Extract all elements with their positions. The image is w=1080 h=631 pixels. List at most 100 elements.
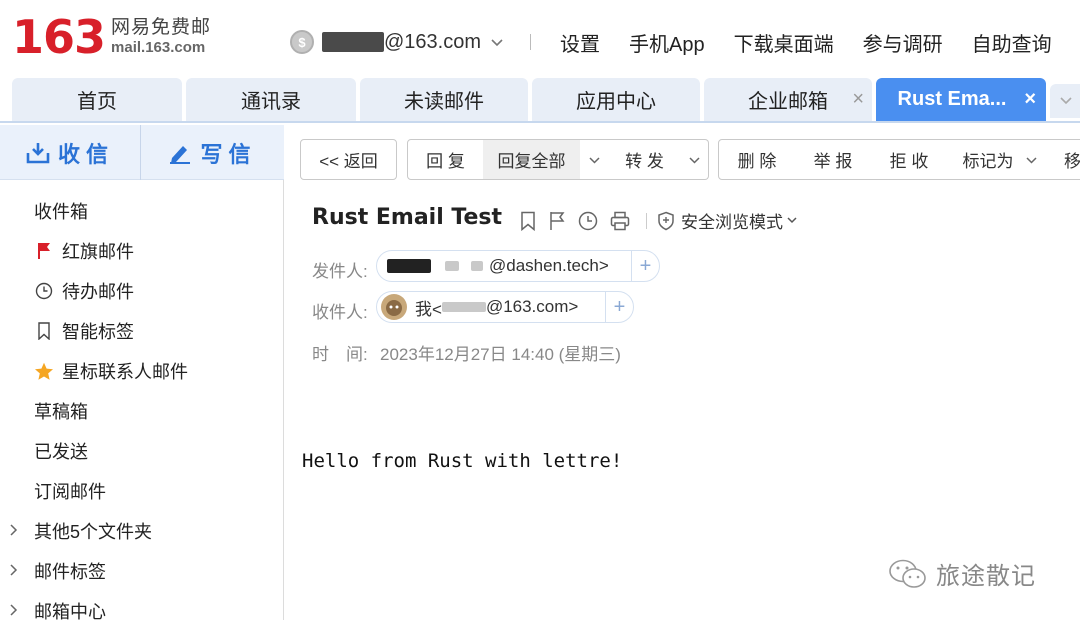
sender-chip[interactable]: @dashen.tech> + bbox=[376, 250, 660, 282]
logo-number: 163 bbox=[12, 10, 106, 64]
account-switcher[interactable]: $ @163.com bbox=[290, 30, 503, 54]
flag-icon[interactable] bbox=[548, 211, 566, 231]
folder-smart-tags[interactable]: 智能标签 bbox=[0, 311, 284, 351]
chevron-right-icon bbox=[10, 523, 34, 539]
icon-divider bbox=[646, 212, 647, 229]
link-survey[interactable]: 参与调研 bbox=[863, 28, 943, 57]
top-links: 设置 手机App 下载桌面端 参与调研 自助查询 bbox=[560, 28, 1080, 57]
folder-subscriptions[interactable]: 订阅邮件 bbox=[0, 471, 284, 511]
header-divider bbox=[530, 34, 531, 50]
tab-enterprise-mail[interactable]: 企业邮箱 × bbox=[704, 78, 872, 121]
folder-mail-tags[interactable]: 邮件标签 bbox=[0, 551, 284, 591]
mail-subject: Rust Email Test bbox=[312, 205, 503, 230]
receive-button[interactable]: 收信 bbox=[0, 125, 140, 180]
safe-mode-label: 安全浏览模式 bbox=[681, 213, 783, 232]
to-label: 收件人: bbox=[312, 303, 368, 322]
back-button[interactable]: << 返回 bbox=[300, 139, 397, 180]
reply-all-dropdown[interactable] bbox=[580, 139, 610, 180]
compose-row: 收信 写信 bbox=[0, 125, 284, 180]
delete-button[interactable]: 删 除 bbox=[718, 139, 796, 180]
reject-button[interactable]: 拒 收 bbox=[871, 139, 948, 180]
folder-label: 红旗邮件 bbox=[62, 242, 134, 262]
forward-button[interactable]: 转 发 bbox=[609, 139, 681, 180]
folder-label: 收件箱 bbox=[34, 202, 88, 222]
recipient-name-redacted bbox=[441, 302, 486, 312]
recipient-email: @163.com> bbox=[485, 297, 579, 316]
tab-unread[interactable]: 未读邮件 bbox=[360, 78, 528, 121]
red-flag-icon bbox=[34, 241, 54, 261]
report-button[interactable]: 举 报 bbox=[795, 139, 872, 180]
forward-label: 转 发 bbox=[625, 152, 664, 171]
logo-cn: 网易免费邮 bbox=[111, 17, 212, 38]
tab-more-chevron-icon[interactable] bbox=[1050, 84, 1080, 118]
reject-label: 拒 收 bbox=[889, 152, 929, 171]
print-icon[interactable] bbox=[610, 211, 630, 231]
add-contact-icon[interactable]: + bbox=[605, 292, 633, 322]
folder-label: 智能标签 bbox=[62, 322, 134, 342]
tab-label: Rust Ema... bbox=[897, 88, 1007, 110]
folder-sent[interactable]: 已发送 bbox=[0, 431, 284, 471]
folder-todo[interactable]: 待办邮件 bbox=[0, 271, 284, 311]
close-icon[interactable]: × bbox=[852, 88, 864, 111]
clock-icon[interactable] bbox=[578, 211, 598, 231]
folder-starred-contacts[interactable]: 星标联系人邮件 bbox=[0, 351, 284, 391]
subject-actions: 安全浏览模式 bbox=[520, 208, 803, 233]
move-button[interactable]: 移 bbox=[1052, 139, 1080, 180]
add-contact-icon[interactable]: + bbox=[631, 251, 659, 281]
wechat-icon bbox=[889, 559, 926, 588]
tab-label: 企业邮箱 bbox=[748, 91, 828, 113]
compose-button[interactable]: 写信 bbox=[141, 125, 284, 180]
close-icon[interactable]: × bbox=[1024, 88, 1036, 111]
account-email: @163.com bbox=[384, 30, 482, 53]
folder-drafts[interactable]: 草稿箱 bbox=[0, 391, 284, 431]
bookmark-icon[interactable] bbox=[520, 211, 536, 231]
link-mobile-app[interactable]: 手机App bbox=[629, 28, 705, 57]
time-label: 时 间: bbox=[312, 345, 368, 364]
pen-icon bbox=[170, 145, 191, 164]
shield-icon bbox=[658, 211, 674, 230]
reply-all-label: 回复全部 bbox=[497, 152, 566, 171]
tab-label: 未读邮件 bbox=[404, 91, 484, 113]
folder-label: 邮箱中心 bbox=[34, 602, 106, 622]
account-avatar-icon: $ bbox=[290, 30, 314, 54]
tab-label: 首页 bbox=[77, 91, 117, 113]
forward-dropdown[interactable] bbox=[680, 139, 709, 180]
reply-label: 回 复 bbox=[426, 152, 465, 171]
folder-label: 邮件标签 bbox=[34, 562, 106, 582]
reply-button[interactable]: 回 复 bbox=[407, 139, 484, 180]
folder-other-folders[interactable]: 其他5个文件夹 bbox=[0, 511, 284, 551]
top-header: 163 网易免费邮 mail.163.com $ @163.com 设置 手机A… bbox=[0, 0, 1080, 78]
safe-browsing-mode[interactable]: 安全浏览模式 bbox=[657, 208, 803, 233]
folder-inbox[interactable]: 收件箱 bbox=[0, 191, 284, 231]
redaction bbox=[445, 261, 459, 271]
link-settings[interactable]: 设置 bbox=[560, 28, 600, 57]
compose-label: 写信 bbox=[200, 141, 257, 167]
folder-label: 已发送 bbox=[34, 442, 88, 462]
star-icon bbox=[34, 361, 54, 381]
recipient-avatar bbox=[381, 294, 407, 320]
link-self-service[interactable]: 自助查询 bbox=[972, 28, 1052, 57]
sidebar: 收信 写信 收件箱 红旗邮件 待办邮件 智能标签 星标联系人邮件 草稿箱 已发送… bbox=[0, 125, 284, 622]
logo[interactable]: 163 网易免费邮 mail.163.com bbox=[12, 14, 211, 60]
mark-as-button[interactable]: 标记为 bbox=[947, 139, 1053, 180]
tab-app-center[interactable]: 应用中心 bbox=[532, 78, 700, 121]
inbox-download-icon bbox=[26, 142, 50, 163]
clock-icon bbox=[34, 281, 54, 301]
logo-text: 网易免费邮 mail.163.com bbox=[111, 17, 211, 57]
folder-mailbox-center[interactable]: 邮箱中心 bbox=[0, 591, 284, 631]
link-desktop-download[interactable]: 下载桌面端 bbox=[734, 28, 834, 57]
chevron-right-icon bbox=[10, 563, 34, 579]
redaction bbox=[387, 259, 431, 273]
reply-all-button[interactable]: 回复全部 bbox=[483, 139, 581, 180]
tab-contacts[interactable]: 通讯录 bbox=[186, 78, 356, 121]
folder-label: 星标联系人邮件 bbox=[62, 362, 188, 382]
folder-label: 订阅邮件 bbox=[34, 482, 106, 502]
from-label: 发件人: bbox=[312, 262, 368, 281]
tab-home[interactable]: 首页 bbox=[12, 78, 182, 121]
sender-email: @dashen.tech> bbox=[489, 256, 609, 275]
move-label: 移 bbox=[1064, 152, 1080, 171]
recipient-chip[interactable]: 我< @163.com> + bbox=[376, 291, 634, 323]
folder-red-flag[interactable]: 红旗邮件 bbox=[0, 231, 284, 271]
tab-current-mail[interactable]: Rust Ema... × bbox=[876, 78, 1046, 121]
watermark-text: 旅途散记 bbox=[936, 563, 1036, 590]
